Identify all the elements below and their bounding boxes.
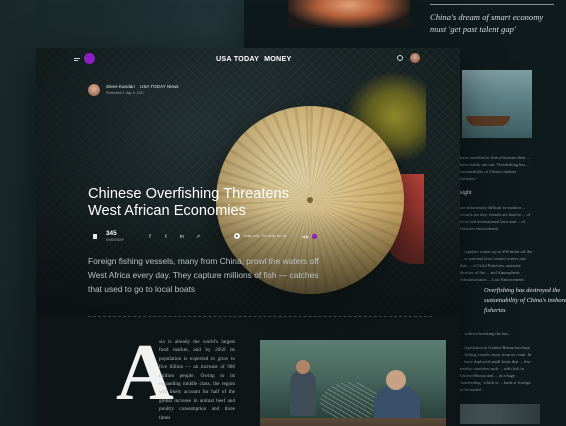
audio-accent-dot <box>312 233 318 239</box>
search-icon[interactable] <box>397 55 403 61</box>
article-card: USA TODAY MONEY Steve Kandan USA TODAY Ne… <box>36 48 460 426</box>
back-boat-photo <box>462 70 532 138</box>
share-icon[interactable]: ↗ <box>194 233 202 241</box>
share-count: 345 <box>106 230 117 237</box>
twitter-icon[interactable]: t <box>162 233 170 241</box>
logo-text: USA TODAY <box>216 54 260 63</box>
top-nav: USA TODAY MONEY <box>36 48 460 70</box>
fishermen-photo <box>260 340 446 426</box>
article-deck: Foreign fishing vessels, many from China… <box>88 256 319 294</box>
article-headline: Chinese Overfishing Threatens West Afric… <box>88 186 289 219</box>
play-icon[interactable] <box>234 233 240 239</box>
back-hero-image <box>288 0 410 28</box>
facebook-icon[interactable]: f <box>146 233 154 241</box>
share-bar: 345 SHAREMAP f t in ↗ Tough love: Too to… <box>88 230 328 244</box>
back-photo-bottom <box>460 404 540 424</box>
article-body: sia is already the world's largest food … <box>115 338 235 422</box>
audio-controls[interactable]: ◀ ▶ <box>302 234 309 239</box>
share-label: SHAREMAP <box>106 238 124 242</box>
site-logo[interactable]: USA TODAY MONEY <box>216 54 291 63</box>
user-avatar[interactable] <box>410 53 420 63</box>
back-paragraph: ... without breaking the law. <box>460 331 509 336</box>
body-paragraph: sia is already the world's largest food … <box>159 339 235 421</box>
section-dot-icon[interactable] <box>84 53 95 64</box>
back-pull-quote: Overfishing has destroyed the sustainabi… <box>484 287 566 314</box>
back-related-quote[interactable]: China's dream of smart economy must 'get… <box>430 4 554 35</box>
back-section-heading: sight <box>460 190 472 196</box>
linkedin-icon[interactable]: in <box>178 233 186 241</box>
publish-date: Published 1 day 4, 2017 <box>106 91 145 95</box>
back-paragraph: are notoriously difficult to monitor ...… <box>460 205 531 231</box>
section-divider <box>88 316 432 317</box>
author-name[interactable]: Steve Kandan <box>106 84 135 89</box>
bookmark-icon[interactable] <box>93 234 97 239</box>
back-paragraph: ... regulate waters up to 200 miles off … <box>460 249 532 282</box>
audio-player[interactable]: Tough love: Too tough for my 11 min ◀ ▶ <box>234 231 318 241</box>
menu-icon[interactable] <box>74 58 80 61</box>
back-paragraph: ... legislation in Guinea-Bissau has kep… <box>460 345 532 392</box>
audio-duration: 11 min <box>289 234 299 238</box>
author-avatar[interactable] <box>88 84 100 96</box>
section-name[interactable]: MONEY <box>264 54 291 63</box>
back-paragraph: have travelled to Africa because their .… <box>460 155 530 181</box>
author-org[interactable]: USA TODAY News <box>140 84 178 89</box>
audio-title: Tough love: Too tough for my <box>243 234 287 238</box>
